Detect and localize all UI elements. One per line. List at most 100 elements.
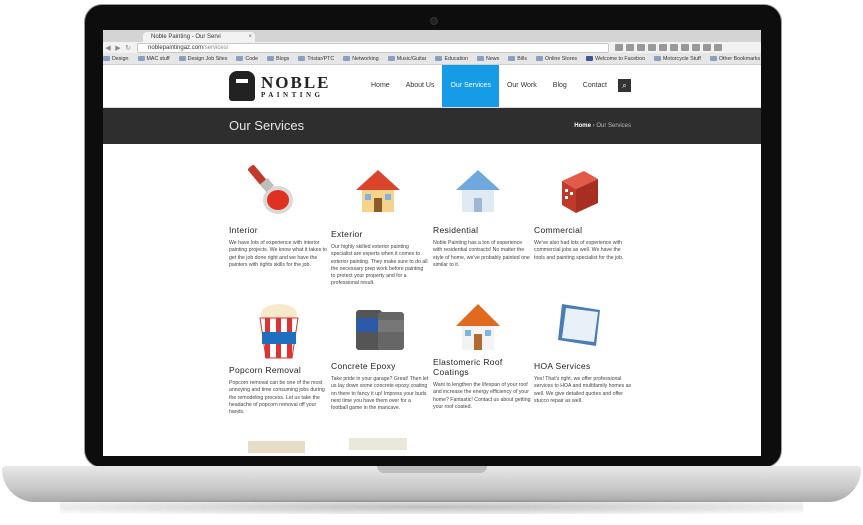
url-host: noblepaintingaz.com bbox=[148, 44, 204, 51]
extension-icon[interactable] bbox=[692, 44, 700, 51]
building-icon bbox=[562, 171, 598, 213]
folder-icon bbox=[387, 56, 395, 61]
folder-icon bbox=[508, 56, 516, 61]
service-description: Popcorn removal can be one of the most a… bbox=[229, 380, 325, 416]
page-banner: Our Services Home › Our Services bbox=[103, 108, 761, 144]
bookmark-item[interactable]: Networking bbox=[343, 56, 379, 62]
service-description: Yes! That's right, we offer professional… bbox=[534, 376, 632, 404]
address-bar[interactable]: noblepaintingaz.com/services/ bbox=[137, 42, 609, 53]
logo-subtitle: PAINTING bbox=[261, 90, 324, 99]
service-title: Exterior bbox=[331, 229, 363, 239]
service-title: Residential bbox=[433, 225, 479, 235]
folder-icon bbox=[103, 56, 110, 61]
breadcrumb-home[interactable]: Home bbox=[574, 123, 591, 129]
extension-icons bbox=[615, 44, 722, 51]
paint-bucket-icon bbox=[248, 165, 293, 214]
bookmark-item[interactable]: Online Stores bbox=[535, 56, 577, 62]
bookmark-item[interactable]: Music/Guitar bbox=[387, 56, 426, 62]
folder-icon bbox=[178, 56, 186, 61]
bookmark-item[interactable]: Bills bbox=[508, 56, 527, 62]
bookmark-item[interactable]: MAC stuff bbox=[137, 56, 170, 62]
epoxy-cans-icon bbox=[356, 310, 404, 350]
extension-icon[interactable] bbox=[659, 44, 667, 51]
facebook-icon bbox=[586, 56, 594, 61]
service-description: Our highly skilled exterior painting spe… bbox=[331, 244, 428, 287]
other-bookmarks[interactable]: Other Bookmarks bbox=[709, 56, 760, 62]
reload-icon[interactable]: ↻ bbox=[123, 44, 133, 52]
service-thumbnail[interactable] bbox=[349, 438, 407, 450]
nav-contact[interactable]: Contact bbox=[575, 65, 615, 107]
search-icon[interactable]: ⌕ bbox=[618, 79, 631, 92]
folder-icon bbox=[654, 56, 662, 61]
bookmark-item[interactable]: News bbox=[477, 56, 499, 62]
bookmark-item[interactable]: Code bbox=[236, 56, 258, 62]
service-concrete-epoxy[interactable]: Concrete Epoxy Take pride in your garage… bbox=[331, 361, 429, 412]
hoa-page-icon bbox=[558, 304, 600, 346]
service-exterior[interactable]: Exterior Our highly skilled exterior pai… bbox=[331, 229, 429, 288]
nav-our-services[interactable]: Our Services bbox=[442, 65, 499, 107]
nav-about-us[interactable]: About Us bbox=[398, 65, 443, 107]
extension-icon[interactable] bbox=[648, 44, 656, 51]
bookmarks-bar: Design MAC stuff Design Job Sites Code B… bbox=[103, 53, 761, 65]
laptop-base bbox=[2, 466, 861, 502]
service-title: HOA Services bbox=[534, 361, 591, 371]
url-path: /services/ bbox=[203, 44, 229, 51]
nav-home[interactable]: Home bbox=[363, 65, 398, 107]
folder-icon bbox=[298, 56, 306, 61]
extension-icon[interactable] bbox=[615, 44, 623, 51]
forward-icon[interactable]: ▶ bbox=[113, 44, 123, 52]
folder-icon bbox=[535, 56, 543, 61]
bookmark-item[interactable]: Education bbox=[435, 56, 468, 62]
bookmark-item[interactable]: Motorcycle Stuff bbox=[654, 56, 701, 62]
service-popcorn-removal[interactable]: Popcorn Removal Popcorn removal can be o… bbox=[229, 365, 327, 416]
bookmark-item[interactable]: Tristar/PTC bbox=[298, 56, 334, 62]
tab-close-icon[interactable]: × bbox=[248, 32, 252, 42]
service-thumbnail[interactable] bbox=[248, 441, 305, 453]
folder-icon bbox=[236, 56, 244, 61]
helmet-logo-icon bbox=[229, 71, 255, 101]
toolbar: ◀ ▶ ↻ noblepaintingaz.com/services/ bbox=[103, 42, 761, 53]
base-notch bbox=[377, 466, 487, 473]
folder-icon bbox=[477, 56, 484, 61]
service-description: Noble Painting has a ton of experience w… bbox=[433, 240, 530, 268]
bookmark-item[interactable]: Design bbox=[103, 56, 129, 62]
extension-icon[interactable] bbox=[626, 44, 634, 51]
camera-icon bbox=[430, 17, 438, 25]
service-commercial[interactable]: Commercial We've also had lots of experi… bbox=[534, 225, 632, 262]
extension-icon[interactable] bbox=[670, 44, 678, 51]
service-title: Elastomeric Roof Coatings bbox=[433, 357, 503, 377]
home-icon bbox=[456, 170, 500, 212]
extension-icon[interactable] bbox=[637, 44, 645, 51]
service-title: Interior bbox=[229, 225, 258, 235]
folder-icon bbox=[267, 56, 275, 61]
menu-icon[interactable] bbox=[714, 44, 722, 51]
bookmark-item[interactable]: Design Job Sites bbox=[178, 56, 227, 62]
tab-bar: Noble Painting - Our Servi × bbox=[103, 30, 761, 42]
nav-blog[interactable]: Blog bbox=[545, 65, 575, 107]
folder-icon bbox=[343, 56, 351, 61]
browser-window: Noble Painting - Our Servi × ◀ ▶ ↻ noble… bbox=[103, 30, 761, 456]
service-elastomeric-roof-coatings[interactable]: Elastomeric Roof Coatings Want to length… bbox=[433, 357, 531, 411]
bookmark-item[interactable]: Welcome to Faceboo bbox=[586, 56, 645, 62]
service-hoa-services[interactable]: HOA Services Yes! That's right, we offer… bbox=[534, 361, 632, 405]
main-nav: Home About Us Our Services Our Work Blog… bbox=[363, 65, 615, 107]
extension-icon[interactable] bbox=[703, 44, 711, 51]
service-description: Take pride in your garage? Great! Then l… bbox=[331, 376, 429, 412]
back-icon[interactable]: ◀ bbox=[103, 44, 113, 52]
service-description: We've also had lots of experience with c… bbox=[534, 240, 624, 261]
extension-icon[interactable] bbox=[681, 44, 689, 51]
nav-our-work[interactable]: Our Work bbox=[499, 65, 545, 107]
site-logo[interactable]: NOBLE PAINTING bbox=[229, 71, 331, 101]
service-description: Want to lengthen the lifespan of your ro… bbox=[433, 382, 531, 410]
site-header: NOBLE PAINTING Home About Us Our Service… bbox=[103, 65, 761, 108]
tab-title: Noble Painting - Our Servi bbox=[151, 34, 221, 40]
browser-tab[interactable]: Noble Painting - Our Servi × bbox=[143, 32, 255, 42]
service-description: We have lots of experience with interior… bbox=[229, 240, 327, 268]
laptop-shadow bbox=[60, 500, 803, 514]
service-residential[interactable]: Residential Noble Painting has a ton of … bbox=[433, 225, 531, 269]
breadcrumb: Home › Our Services bbox=[574, 123, 631, 129]
page-title: Our Services bbox=[229, 118, 305, 133]
service-interior[interactable]: Interior We have lots of experience with… bbox=[229, 225, 327, 269]
bookmark-item[interactable]: Blogs bbox=[267, 56, 289, 62]
roof-house-icon bbox=[456, 304, 500, 350]
